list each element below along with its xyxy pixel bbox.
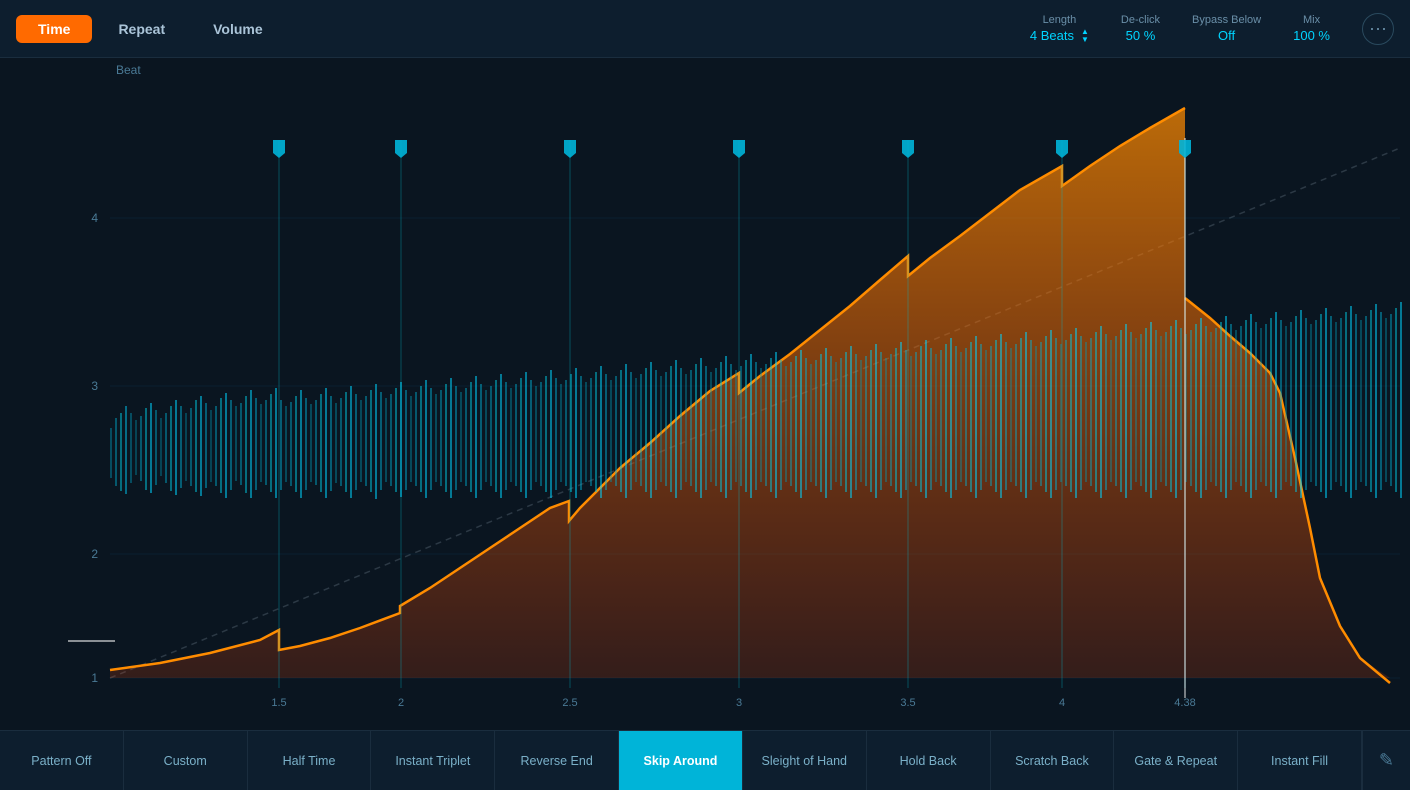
preset-gate-repeat[interactable]: Gate & Repeat (1114, 731, 1238, 790)
svg-text:2: 2 (398, 697, 404, 709)
length-down-arrow[interactable]: ▼ (1081, 36, 1089, 44)
more-button[interactable]: ··· (1362, 13, 1394, 45)
param-bypass-label: Bypass Below (1192, 14, 1261, 26)
param-bypass-value[interactable]: Off (1218, 28, 1235, 43)
param-mix-label: Mix (1303, 14, 1320, 26)
param-length-label: Length (1043, 14, 1077, 26)
viz-svg: 4 3 2 1 Beat 1.5 2 2.5 3 3.5 4 4.38 (0, 58, 1410, 730)
preset-instant-triplet[interactable]: Instant Triplet (371, 731, 495, 790)
svg-text:4: 4 (1059, 697, 1065, 709)
svg-text:3: 3 (91, 379, 98, 393)
preset-reverse-end[interactable]: Reverse End (495, 731, 619, 790)
param-mix: Mix 100 % (1293, 14, 1330, 43)
tab-group: Time Repeat Volume (16, 15, 285, 43)
edit-button[interactable]: ✎ (1362, 731, 1410, 790)
top-right-params: Length 4 Beats ▲ ▼ De-click 50 % Bypass … (1030, 13, 1394, 45)
preset-skip-around[interactable]: Skip Around (619, 731, 743, 790)
main-visualization[interactable]: 4 3 2 1 Beat 1.5 2 2.5 3 3.5 4 4.38 (0, 58, 1410, 730)
svg-text:4.38: 4.38 (1174, 697, 1195, 709)
tab-volume[interactable]: Volume (191, 15, 285, 43)
svg-text:3: 3 (736, 697, 742, 709)
preset-instant-fill[interactable]: Instant Fill (1238, 731, 1362, 790)
length-arrows[interactable]: ▲ ▼ (1081, 28, 1089, 44)
bottom-bar: Pattern Off Custom Half Time Instant Tri… (0, 730, 1410, 790)
param-mix-value[interactable]: 100 % (1293, 28, 1330, 43)
preset-scratch-back[interactable]: Scratch Back (991, 731, 1115, 790)
preset-pattern-off[interactable]: Pattern Off (0, 731, 124, 790)
tab-repeat[interactable]: Repeat (96, 15, 187, 43)
svg-text:1: 1 (91, 671, 98, 685)
param-length: Length 4 Beats ▲ ▼ (1030, 14, 1089, 44)
svg-text:3.5: 3.5 (900, 697, 915, 709)
preset-sleight-of-hand[interactable]: Sleight of Hand (743, 731, 867, 790)
param-declick-label: De-click (1121, 14, 1160, 26)
svg-text:1.5: 1.5 (271, 697, 286, 709)
preset-custom[interactable]: Custom (124, 731, 248, 790)
top-bar: Time Repeat Volume Length 4 Beats ▲ ▼ De… (0, 0, 1410, 58)
preset-half-time[interactable]: Half Time (248, 731, 372, 790)
tab-time[interactable]: Time (16, 15, 92, 43)
param-length-value[interactable]: 4 Beats ▲ ▼ (1030, 28, 1089, 44)
param-bypass: Bypass Below Off (1192, 14, 1261, 43)
param-declick: De-click 50 % (1121, 14, 1160, 43)
svg-text:2.5: 2.5 (562, 697, 577, 709)
svg-text:4: 4 (91, 211, 98, 225)
svg-text:Beat: Beat (116, 63, 141, 77)
preset-hold-back[interactable]: Hold Back (867, 731, 991, 790)
param-declick-value[interactable]: 50 % (1126, 28, 1156, 43)
svg-text:2: 2 (91, 547, 98, 561)
